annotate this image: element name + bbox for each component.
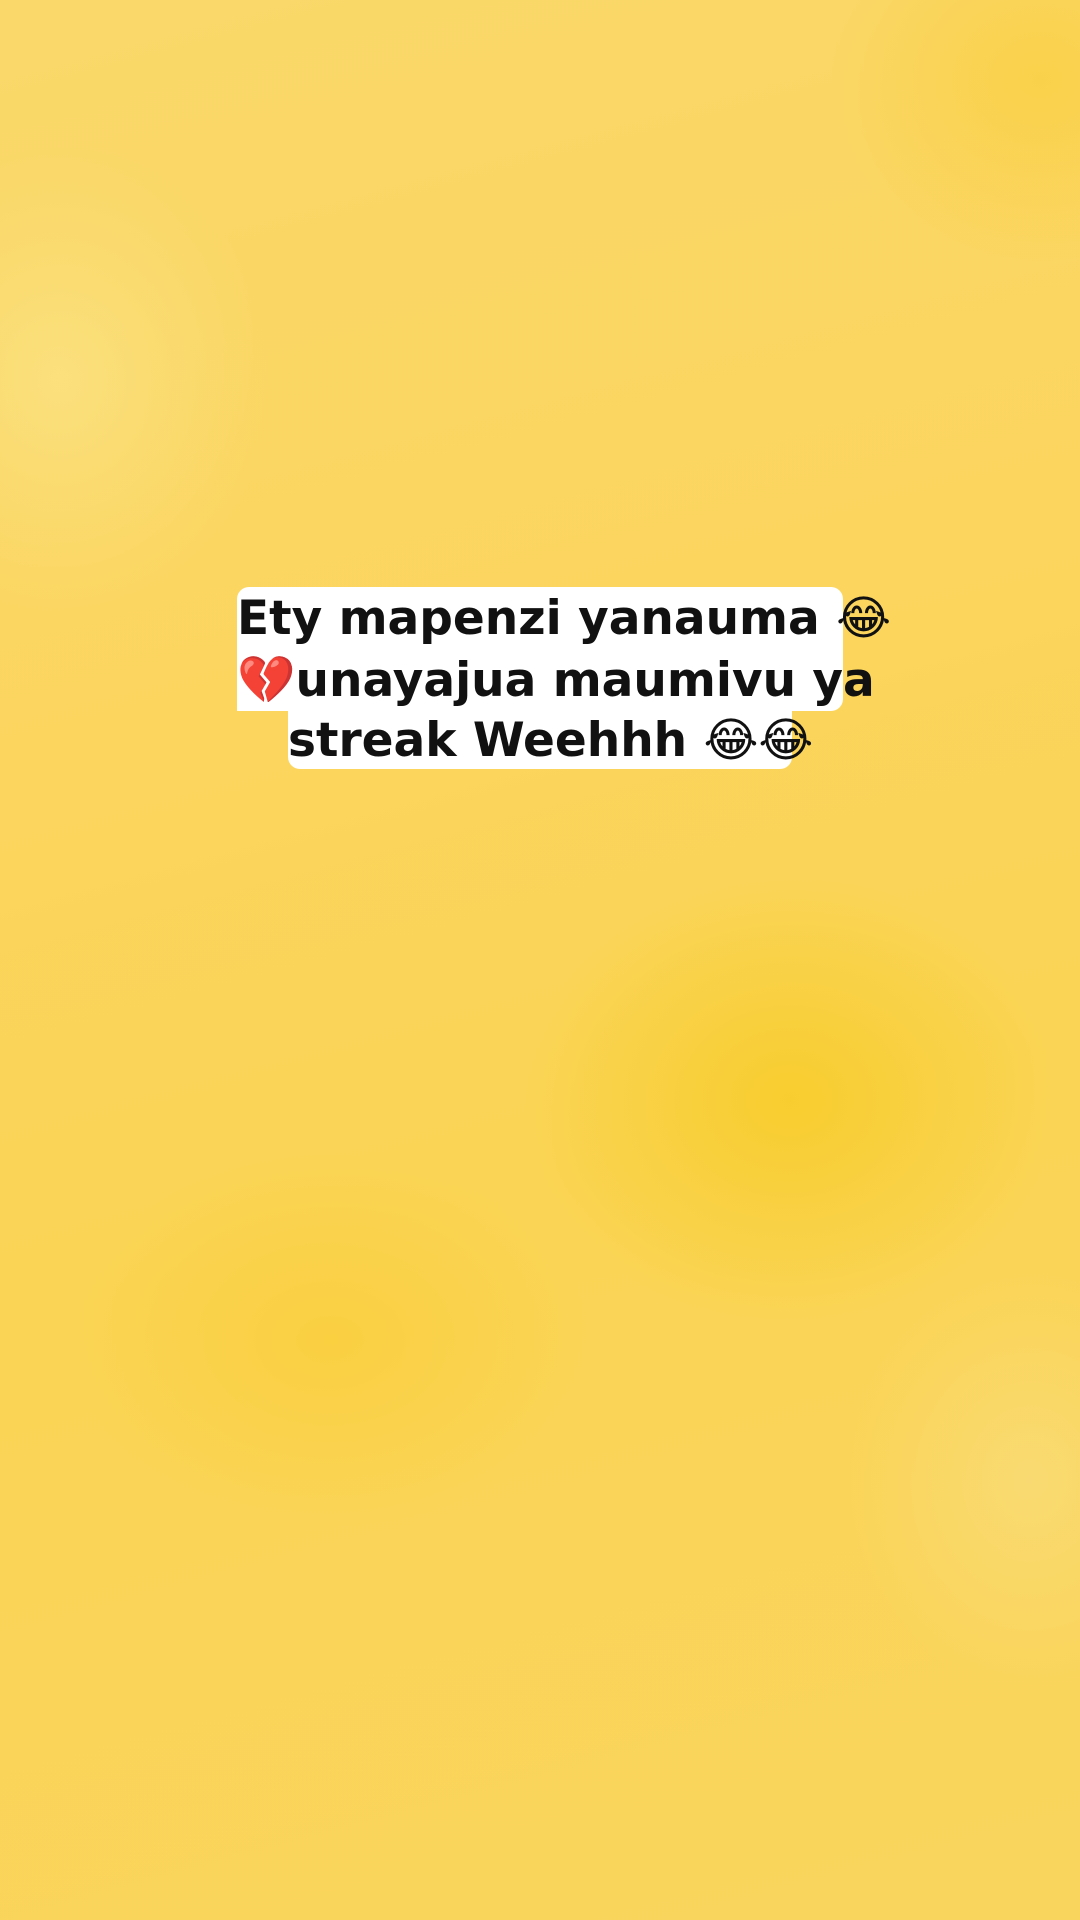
caption-line-2: 💔unayajua maumivu ya <box>237 651 875 711</box>
video-canvas: { "caption": { "lines": [ "Ety mapenzi y… <box>0 0 1080 1920</box>
caption-overlay: Ety mapenzi yanauma 😂 💔unayajua maumivu … <box>0 587 1080 769</box>
caption-line-3: streak Weehhh 😂😂 <box>288 711 814 769</box>
caption-line-1: Ety mapenzi yanauma 😂 <box>237 587 891 651</box>
